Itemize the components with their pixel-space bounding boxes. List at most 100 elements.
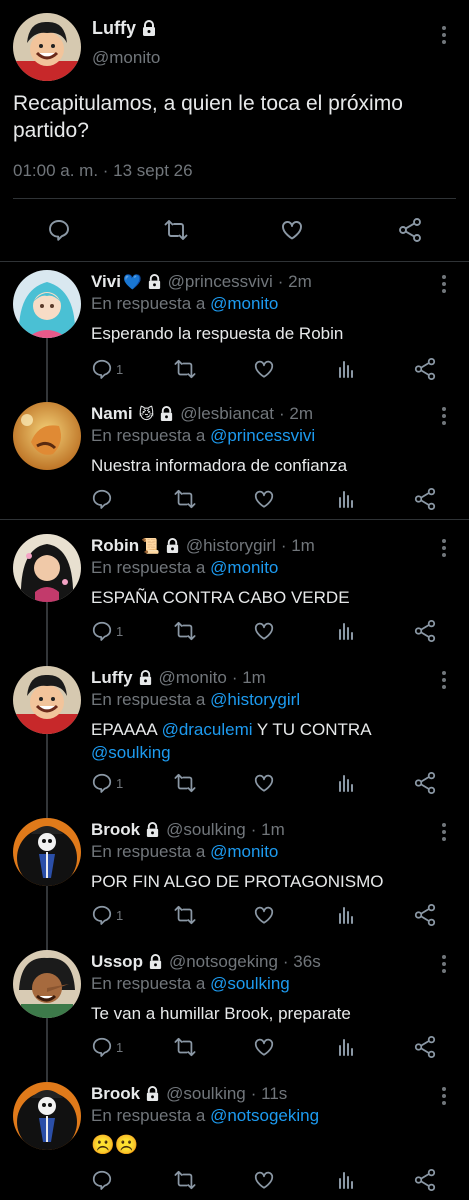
reply-tweet[interactable]: Brook @soulking · 1m En respuesta a @mon… <box>0 810 469 942</box>
avatar[interactable] <box>13 13 81 81</box>
reply-tweet[interactable]: Vivi 💙 @princessvivi · 2m En respuesta a … <box>0 262 469 394</box>
avatar[interactable] <box>13 270 81 338</box>
analytics-icon[interactable] <box>336 771 356 795</box>
reply-to-link[interactable]: @monito <box>210 842 278 861</box>
reply-to-link[interactable]: @historygirl <box>210 690 300 709</box>
analytics-icon[interactable] <box>336 487 356 511</box>
reply-icon[interactable]: 1 <box>91 1035 123 1059</box>
reply-to-link[interactable]: @soulking <box>210 974 290 993</box>
reply-icon[interactable] <box>37 208 81 252</box>
author-handle[interactable]: @notsogeking <box>169 952 278 972</box>
more-options-icon[interactable] <box>441 1087 447 1105</box>
like-icon[interactable] <box>253 1035 275 1059</box>
author-name-text: Luffy <box>92 18 136 38</box>
reply-text: ☹️☹️ <box>91 1135 139 1156</box>
mention-link[interactable]: @draculemi <box>162 720 253 739</box>
reply-time[interactable]: · 1m <box>251 820 285 840</box>
avatar[interactable] <box>13 666 81 734</box>
retweet-icon[interactable] <box>173 771 197 795</box>
reply-to-link[interactable]: @notsogeking <box>210 1106 319 1125</box>
reply-to-link[interactable]: @monito <box>210 558 278 577</box>
more-options-icon[interactable] <box>441 26 447 44</box>
retweet-icon[interactable] <box>173 1035 197 1059</box>
reply-icon[interactable] <box>91 487 116 511</box>
like-icon[interactable] <box>253 771 275 795</box>
author-name[interactable]: Vivi <box>91 272 121 292</box>
reply-icon[interactable] <box>91 1168 116 1192</box>
reply-header: Vivi 💙 @princessvivi · 2m <box>91 272 312 292</box>
retweet-icon[interactable] <box>173 619 197 643</box>
avatar[interactable] <box>13 1082 81 1150</box>
reply-to-link[interactable]: @monito <box>210 294 278 313</box>
like-icon[interactable] <box>253 619 275 643</box>
reply-time[interactable]: · 2m <box>279 404 313 424</box>
reply-time[interactable]: · 11s <box>251 1084 288 1104</box>
share-icon[interactable] <box>413 619 437 643</box>
like-icon[interactable] <box>270 208 314 252</box>
reply-icon[interactable]: 1 <box>91 357 123 381</box>
analytics-icon[interactable] <box>336 357 356 381</box>
reply-time[interactable]: · 2m <box>278 272 312 292</box>
more-options-icon[interactable] <box>441 539 447 557</box>
reply-header: Nami 😼 @lesbiancat · 2m <box>91 404 313 424</box>
reply-tweet[interactable]: Luffy @monito · 1m En respuesta a @histo… <box>0 658 469 810</box>
analytics-icon[interactable] <box>336 1035 356 1059</box>
more-options-icon[interactable] <box>441 955 447 973</box>
author-name[interactable]: Brook <box>91 820 140 840</box>
author-handle[interactable]: @monito <box>159 668 227 688</box>
analytics-icon[interactable] <box>336 1168 356 1192</box>
like-icon[interactable] <box>253 903 275 927</box>
reply-time[interactable]: · 36s <box>283 952 321 972</box>
retweet-icon[interactable] <box>173 1168 197 1192</box>
author-name[interactable]: Luffy <box>91 668 133 688</box>
mention-link[interactable]: @soulking <box>91 743 171 762</box>
avatar[interactable] <box>13 534 81 602</box>
like-icon[interactable] <box>253 357 275 381</box>
retweet-icon[interactable] <box>173 357 197 381</box>
analytics-icon[interactable] <box>336 903 356 927</box>
reply-tweet[interactable]: Ussop @notsogeking · 36s En respuesta a … <box>0 942 469 1074</box>
reply-tweet[interactable]: Brook @soulking · 11s En respuesta a @no… <box>0 1074 469 1200</box>
author-handle[interactable]: @soulking <box>166 1084 246 1104</box>
reply-time[interactable]: · 1m <box>281 536 315 556</box>
tweet-timestamp[interactable]: 01:00 a. m. · 13 sept 26 <box>13 161 193 181</box>
author-handle[interactable]: @historygirl <box>186 536 276 556</box>
like-icon[interactable] <box>253 487 275 511</box>
share-icon[interactable] <box>388 208 432 252</box>
reply-icon[interactable]: 1 <box>91 771 123 795</box>
reply-icon[interactable]: 1 <box>91 619 123 643</box>
retweet-icon[interactable] <box>173 903 197 927</box>
share-icon[interactable] <box>413 903 437 927</box>
author-name[interactable]: Brook <box>91 1084 140 1104</box>
share-icon[interactable] <box>413 1035 437 1059</box>
share-icon[interactable] <box>413 487 437 511</box>
more-options-icon[interactable] <box>441 275 447 293</box>
analytics-icon[interactable] <box>336 619 356 643</box>
reply-count: 1 <box>116 1039 124 1055</box>
more-options-icon[interactable] <box>441 671 447 689</box>
like-icon[interactable] <box>253 1168 275 1192</box>
avatar[interactable] <box>13 402 81 470</box>
avatar[interactable] <box>13 818 81 886</box>
avatar[interactable] <box>13 950 81 1018</box>
share-icon[interactable] <box>413 357 437 381</box>
reply-tweet[interactable]: Nami 😼 @lesbiancat · 2m En respuesta a @p… <box>0 394 469 526</box>
author-name[interactable]: Ussop <box>91 952 143 972</box>
share-icon[interactable] <box>413 771 437 795</box>
share-icon[interactable] <box>413 1168 437 1192</box>
reply-to-link[interactable]: @princessvivi <box>210 426 315 445</box>
author-handle[interactable]: @monito <box>92 48 160 68</box>
retweet-icon[interactable] <box>173 487 197 511</box>
author-handle[interactable]: @soulking <box>166 820 246 840</box>
author-name[interactable]: Robin <box>91 536 139 556</box>
more-options-icon[interactable] <box>441 823 447 841</box>
reply-tweet[interactable]: Robin 📜 @historygirl · 1m En respuesta a … <box>0 526 469 658</box>
author-name[interactable]: Nami <box>91 404 133 424</box>
retweet-icon[interactable] <box>154 208 198 252</box>
more-options-icon[interactable] <box>441 407 447 425</box>
reply-icon[interactable]: 1 <box>91 903 123 927</box>
author-name[interactable]: Luffy <box>92 18 157 39</box>
reply-time[interactable]: · 1m <box>232 668 266 688</box>
author-handle[interactable]: @lesbiancat <box>180 404 274 424</box>
author-handle[interactable]: @princessvivi <box>168 272 273 292</box>
